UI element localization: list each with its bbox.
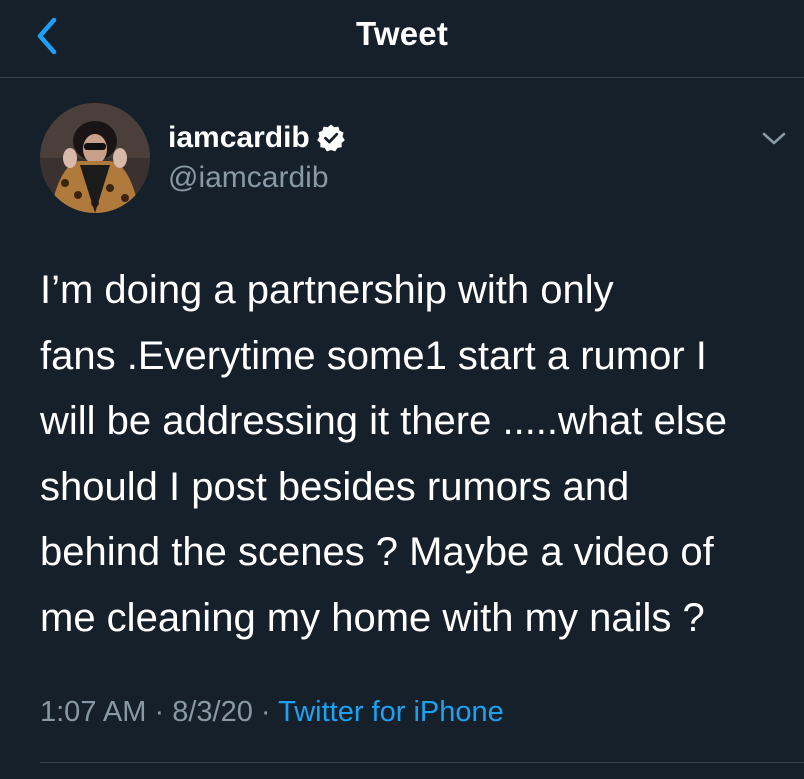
tweet-metadata: 1:07 AM · 8/3/20 · Twitter for iPhone	[40, 692, 504, 732]
display-name[interactable]: iamcardib	[168, 120, 310, 156]
top-navigation-bar: Tweet	[0, 0, 804, 78]
meta-separator: ·	[260, 696, 271, 728]
chevron-down-icon	[762, 132, 786, 145]
verified-badge-icon	[316, 124, 345, 152]
page-title: Tweet	[355, 15, 449, 52]
tweet-time: 1:07 AM	[40, 696, 147, 728]
tweet-date: 8/3/20	[172, 696, 253, 728]
tweet-source-link[interactable]: Twitter for iPhone	[278, 696, 504, 728]
avatar[interactable]	[40, 103, 150, 213]
tweet-body-text: I’m doing a partnership with only fans .…	[40, 268, 728, 640]
more-options-button[interactable]	[756, 124, 792, 154]
author-name-row: iamcardib	[168, 118, 346, 158]
meta-separator: ·	[154, 696, 165, 728]
user-handle[interactable]: @iamcardib	[168, 160, 329, 196]
profile-photo	[40, 103, 150, 213]
divider	[40, 762, 804, 763]
